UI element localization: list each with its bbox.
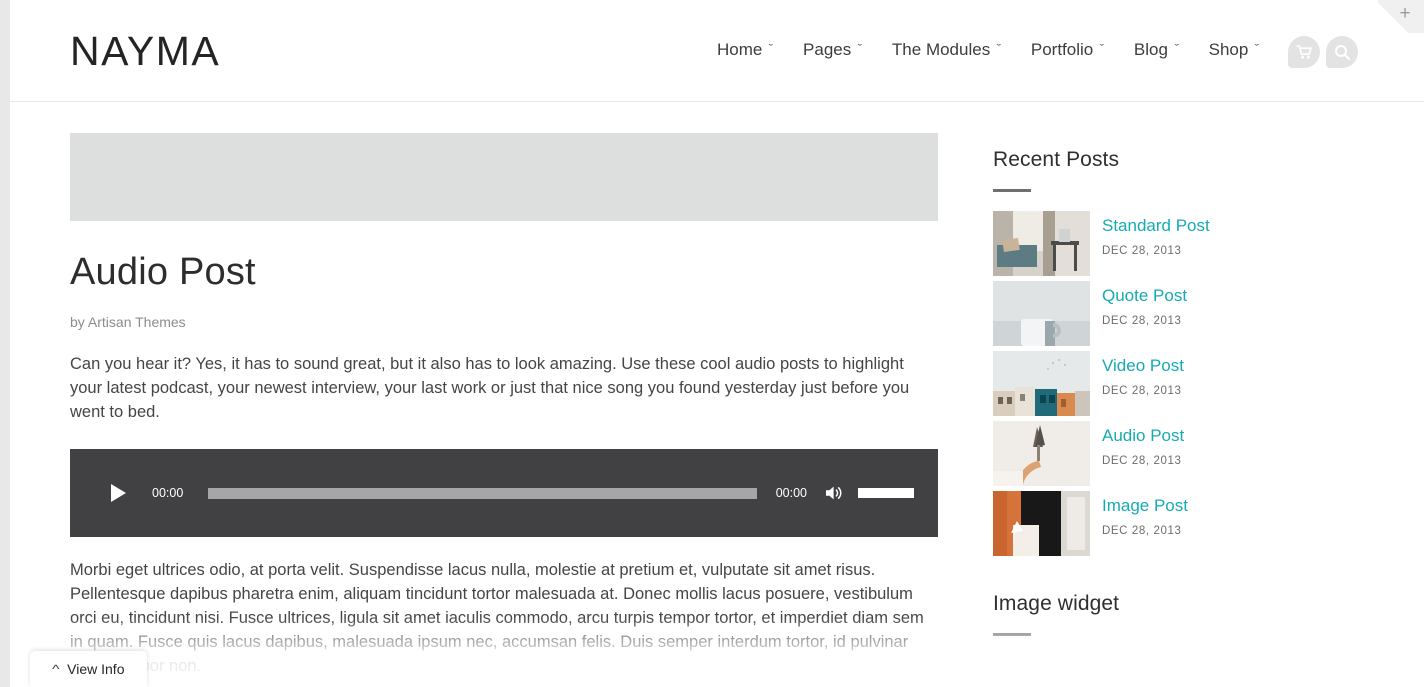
chevron-down-icon: ˇ [1254, 43, 1260, 55]
recent-post-date: DEC 28, 2013 [1102, 385, 1182, 397]
sidebar: Recent Posts Standard Post DEC 28, 2013 … [938, 133, 1368, 678]
recent-post-date: DEC 28, 2013 [1102, 315, 1182, 327]
post-thumbnail [993, 351, 1090, 416]
mute-button[interactable] [824, 484, 845, 502]
cart-button[interactable] [1288, 36, 1320, 68]
play-icon [110, 484, 126, 502]
play-button[interactable] [103, 478, 133, 508]
nav-item-pages[interactable]: Pages ˇ [788, 38, 877, 62]
page-canvas: NAYMA Home ˇ Pages ˇ The Modules ˇ Portf… [10, 0, 1424, 687]
living-room-photo [993, 211, 1090, 276]
site-header: NAYMA Home ˇ Pages ˇ The Modules ˇ Portf… [10, 0, 1424, 102]
nav-item-label: The Modules [891, 40, 991, 59]
list-item[interactable]: Video Post DEC 28, 2013 [993, 351, 1368, 416]
corner-plus-button[interactable]: + [1378, 0, 1424, 33]
chevron-down-icon: ˇ [1174, 43, 1180, 55]
widget-title-image: Image widget [993, 592, 1120, 615]
plus-icon: + [1399, 3, 1411, 24]
nav-item-label: Blog [1133, 40, 1168, 59]
post-byline: by Artisan Themes [70, 314, 186, 330]
header-icon-group [1288, 36, 1358, 68]
post-paragraph-2: Morbi eget ultrices odio, at porta velit… [70, 561, 924, 675]
cart-icon [1295, 45, 1312, 59]
nav-item-label: Portfolio [1030, 40, 1094, 59]
recent-post-date: DEC 28, 2013 [1102, 525, 1182, 537]
list-item-text: Quote Post DEC 28, 2013 [1102, 281, 1187, 346]
nav-item-the-modules[interactable]: The Modules ˇ [877, 38, 1016, 62]
nav-item-portfolio[interactable]: Portfolio ˇ [1016, 38, 1119, 62]
volume-icon [826, 486, 842, 500]
nav-item-shop[interactable]: Shop ˇ [1194, 38, 1274, 62]
list-item[interactable]: Standard Post DEC 28, 2013 [993, 211, 1368, 276]
post-thumbnail [993, 281, 1090, 346]
main-navigation: Home ˇ Pages ˇ The Modules ˇ Portfolio ˇ… [702, 38, 1274, 62]
recent-post-title[interactable]: Audio Post [1102, 425, 1184, 447]
widget-underline [993, 633, 1031, 636]
recent-post-title[interactable]: Image Post [1102, 495, 1188, 517]
chevron-up-icon: ^ [51, 662, 59, 676]
site-logo[interactable]: NAYMA [70, 27, 220, 75]
nav-item-label: Home [717, 40, 763, 59]
list-item-text: Audio Post DEC 28, 2013 [1102, 421, 1184, 486]
list-item[interactable]: Quote Post DEC 28, 2013 [993, 281, 1368, 346]
widget-image: Image widget [993, 591, 1368, 636]
dried-flowers-photo [993, 421, 1090, 486]
recent-posts-list: Standard Post DEC 28, 2013 Quote Post DE… [993, 211, 1368, 556]
post-paragraph-1: Can you hear it? Yes, it has to sound gr… [70, 355, 910, 421]
content-area: Audio Post by Artisan Themes Can you hea… [10, 102, 1424, 678]
chevron-down-icon: ˇ [1099, 43, 1105, 55]
post-thumbnail [993, 491, 1090, 556]
view-info-button[interactable]: ^ View Info [30, 651, 147, 687]
audio-player[interactable]: 00:00 00:00 [70, 449, 938, 537]
featured-image-placeholder [70, 133, 938, 221]
search-button[interactable] [1326, 36, 1358, 68]
nav-item-label: Pages [803, 40, 852, 59]
recent-post-title[interactable]: Quote Post [1102, 285, 1187, 307]
post-thumbnail [993, 211, 1090, 276]
audio-duration: 00:00 [775, 486, 807, 500]
audio-current-time: 00:00 [152, 486, 184, 500]
volume-slider[interactable] [858, 488, 914, 498]
widget-recent-posts: Recent Posts Standard Post DEC 28, 2013 … [993, 147, 1368, 556]
nav-item-blog[interactable]: Blog ˇ [1119, 38, 1194, 62]
recent-post-title[interactable]: Standard Post [1102, 215, 1210, 237]
widget-title-recent-posts: Recent Posts [993, 148, 1120, 171]
chevron-down-icon: ˇ [857, 43, 863, 55]
widget-underline [993, 189, 1031, 192]
townhouses-photo [993, 351, 1090, 416]
chevron-down-icon: ˇ [996, 43, 1002, 55]
audio-progress-slider[interactable] [208, 487, 757, 499]
doorway-photo [993, 491, 1090, 556]
list-item-text: Standard Post DEC 28, 2013 [1102, 211, 1210, 276]
list-item-text: Image Post DEC 28, 2013 [1102, 491, 1188, 556]
recent-post-date: DEC 28, 2013 [1102, 455, 1182, 467]
recent-post-title[interactable]: Video Post [1102, 355, 1184, 377]
nav-item-label: Shop [1208, 40, 1249, 59]
view-info-label: View Info [67, 661, 125, 677]
nav-item-home[interactable]: Home ˇ [702, 38, 788, 62]
search-icon [1334, 44, 1350, 60]
main-column: Audio Post by Artisan Themes Can you hea… [10, 133, 938, 678]
list-item-text: Video Post DEC 28, 2013 [1102, 351, 1184, 416]
list-item[interactable]: Image Post DEC 28, 2013 [993, 491, 1368, 556]
page-title: Audio Post [70, 251, 256, 293]
post-thumbnail [993, 421, 1090, 486]
list-item[interactable]: Audio Post DEC 28, 2013 [993, 421, 1368, 486]
mug-photo [993, 281, 1090, 346]
chevron-down-icon: ˇ [768, 43, 774, 55]
recent-post-date: DEC 28, 2013 [1102, 245, 1182, 257]
